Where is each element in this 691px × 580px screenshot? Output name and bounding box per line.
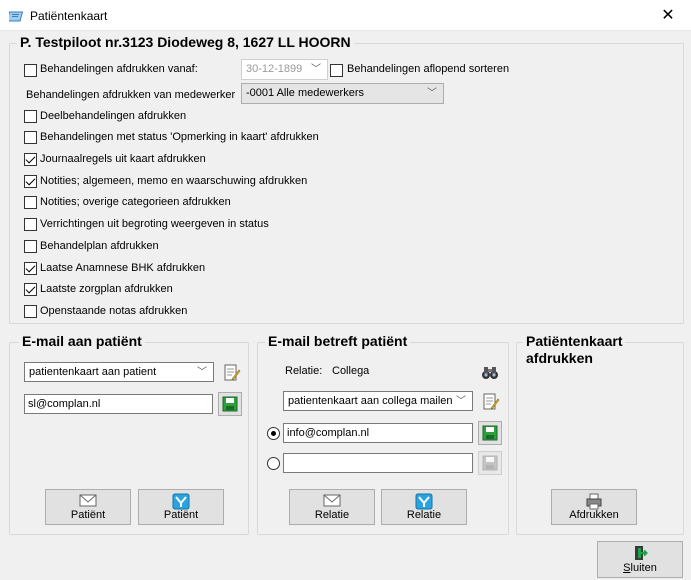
print-from-label: Behandelingen afdrukken vanaf: xyxy=(40,63,198,75)
envelope-icon xyxy=(79,494,97,507)
title-bar: Patiëntenkaart ✕ xyxy=(0,0,691,31)
employee-label: Behandelingen afdrukken van medewerker xyxy=(26,89,236,101)
window-title: Patiëntenkaart xyxy=(30,9,108,23)
checkbox-anamnese[interactable] xyxy=(24,262,37,275)
checkbox-openstaande-notas[interactable] xyxy=(24,305,37,318)
mail-relation-send-button[interactable]: Relatie xyxy=(381,489,467,525)
chevron-down-icon: ﹀ xyxy=(456,396,466,407)
email-patient-title: E-mail aan patiënt xyxy=(19,333,145,349)
edit-note-icon xyxy=(224,364,241,381)
email-regarding-title: E-mail betreft patiënt xyxy=(265,333,411,349)
chevron-down-icon: ﹀ xyxy=(197,367,207,378)
save-patient-email-button[interactable] xyxy=(218,392,242,416)
checkbox-label: Behandelingen met status 'Opmerking in k… xyxy=(40,131,319,143)
print-from-checkbox[interactable] xyxy=(24,64,37,77)
print-from-date-value: 30-12-1899 xyxy=(246,63,303,75)
edit-relation-template-button[interactable] xyxy=(478,389,502,413)
employee-value: -0001 Alle medewerkers xyxy=(246,87,365,99)
patient-email-field[interactable]: sl@complan.nl xyxy=(24,394,213,414)
patient-template-select[interactable]: patientenkaart aan patient ﹀ xyxy=(24,362,214,382)
checkbox-journaalregels[interactable] xyxy=(24,153,37,166)
close-icon: ✕ xyxy=(661,7,675,24)
checkbox-label: Laatse Anamnese BHK afdrukken xyxy=(40,262,206,274)
checkbox-notities-algemeen[interactable] xyxy=(24,175,37,188)
print-button[interactable]: Afdrukken xyxy=(551,489,637,525)
save-icon xyxy=(482,455,498,471)
relation-template-select[interactable]: patientenkaart aan collega mailen ﹀ xyxy=(283,391,473,411)
mail-relation-envelope-label: Relatie xyxy=(314,509,350,521)
employee-select[interactable]: -0001 Alle medewerkers ﹀ xyxy=(241,83,444,104)
binoculars-icon xyxy=(482,367,498,379)
sort-desc-label: Behandelingen aflopend sorteren xyxy=(347,63,510,75)
checkbox-verrichtingen[interactable] xyxy=(24,218,37,231)
close-window-button[interactable]: ✕ xyxy=(645,0,691,31)
checkbox-label: Notities; algemeen, memo en waarschuwing… xyxy=(40,175,308,187)
print-card-title-line1: Patiëntenkaart xyxy=(526,333,623,349)
mail-patient-send-label: Patiënt xyxy=(163,509,199,521)
relation-email1-field[interactable]: info@complan.nl xyxy=(283,423,473,443)
print-card-title: Patiëntenkaart afdrukken xyxy=(523,333,626,367)
print-from-date-picker[interactable]: 30-12-1899 ﹀ xyxy=(241,59,328,80)
save-icon xyxy=(222,396,238,412)
checkbox-deelbehandelingen[interactable] xyxy=(24,110,37,123)
checkbox-notities-overige[interactable] xyxy=(24,196,37,209)
sort-desc-checkbox[interactable] xyxy=(330,64,343,77)
close-dialog-label: Sluiten xyxy=(623,562,657,574)
checkbox-opmerking-status[interactable] xyxy=(24,131,37,144)
mail-patient-send-button[interactable]: Patiënt xyxy=(138,489,224,525)
send-mail-icon xyxy=(415,493,433,510)
relation-label: Relatie: xyxy=(285,365,323,377)
checkbox-label: Behandelplan afdrukken xyxy=(40,240,159,252)
checkbox-label: Verrichtingen uit begroting weergeven in… xyxy=(40,218,269,230)
find-relation-button[interactable] xyxy=(477,360,501,384)
save-icon xyxy=(482,425,498,441)
checkbox-label: Laatste zorgplan afdrukken xyxy=(40,283,173,295)
app-card-icon xyxy=(9,11,24,22)
mail-patient-envelope-button[interactable]: Patiënt xyxy=(45,489,131,525)
checkbox-label: Deelbehandelingen afdrukken xyxy=(40,110,187,122)
relation-email1-value: info@complan.nl xyxy=(287,427,370,439)
close-dialog-button[interactable]: Sluiten xyxy=(597,541,683,578)
relation-email2-radio[interactable] xyxy=(267,457,280,470)
print-button-label: Afdrukken xyxy=(569,509,619,521)
relation-value: Collega xyxy=(332,365,370,377)
printer-icon xyxy=(586,493,602,510)
mail-relation-send-label: Relatie xyxy=(406,509,442,521)
patient-title: P. Testpiloot nr.3123 Diodeweg 8, 1627 L… xyxy=(17,34,354,50)
exit-door-icon xyxy=(635,546,648,560)
save-relation-email2-button[interactable] xyxy=(478,451,502,475)
checkbox-zorgplan[interactable] xyxy=(24,283,37,296)
print-card-title-line2: afdrukken xyxy=(526,350,593,366)
checkbox-label: Journaalregels uit kaart afdrukken xyxy=(40,153,206,165)
relation-email1-radio[interactable] xyxy=(267,427,280,440)
patient-email-value: sl@complan.nl xyxy=(28,398,101,410)
mail-patient-envelope-label: Patiënt xyxy=(70,509,106,521)
patient-template-value: patientenkaart aan patient xyxy=(29,366,157,378)
relation-template-value: patientenkaart aan collega mailen xyxy=(288,395,453,407)
relation-email2-field[interactable] xyxy=(283,453,473,473)
send-mail-icon xyxy=(172,493,190,510)
envelope-icon xyxy=(323,494,341,507)
chevron-down-icon: ﹀ xyxy=(427,88,437,99)
checkbox-label: Notities; overige categorieen afdrukken xyxy=(40,196,231,208)
checkbox-label: Openstaande notas afdrukken xyxy=(40,305,188,317)
edit-template-button[interactable] xyxy=(219,360,243,384)
checkbox-behandelplan[interactable] xyxy=(24,240,37,253)
save-relation-email1-button[interactable] xyxy=(478,421,502,445)
chevron-down-icon: ﹀ xyxy=(311,64,321,75)
edit-note-icon xyxy=(483,393,500,410)
mail-relation-envelope-button[interactable]: Relatie xyxy=(289,489,375,525)
